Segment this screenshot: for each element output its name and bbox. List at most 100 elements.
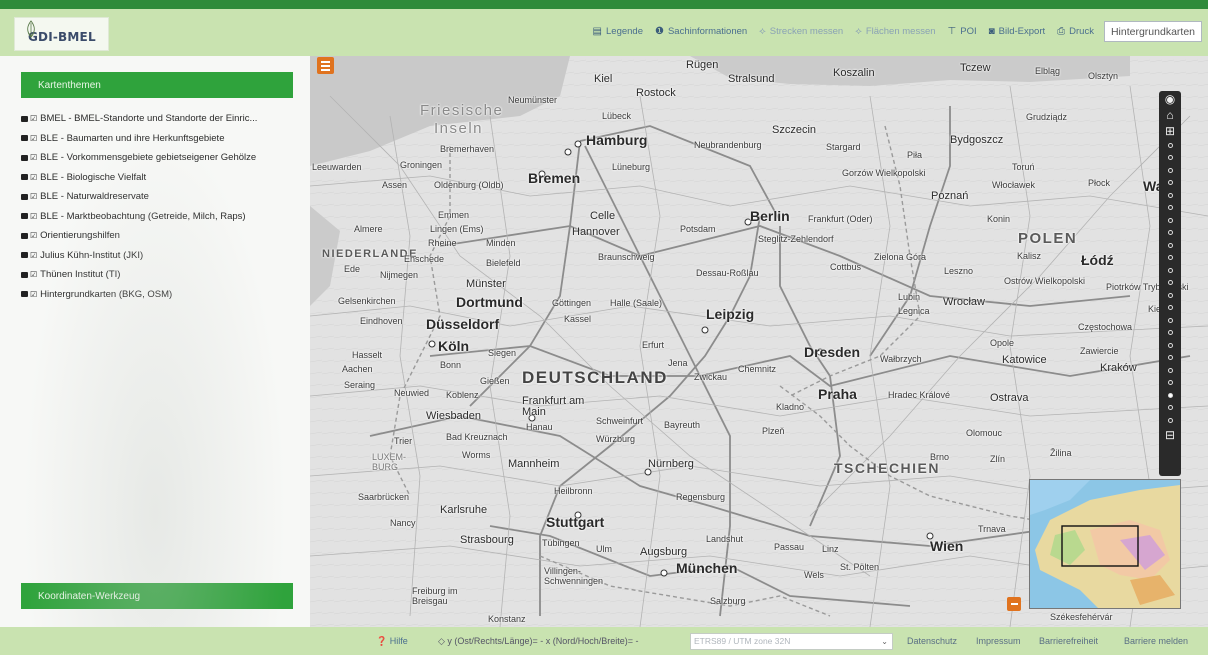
home-icon[interactable]: ⌂ bbox=[1166, 107, 1173, 123]
zoom-step[interactable] bbox=[1167, 364, 1173, 377]
info-icon: ❶ bbox=[654, 26, 664, 37]
theme-item[interactable]: ☑ Thünen Institut (TI) bbox=[21, 265, 301, 285]
poi-button[interactable]: ⊤ POI bbox=[948, 26, 977, 37]
map-label: Heilbronn bbox=[554, 486, 593, 496]
checkbox-icon[interactable]: ☑ bbox=[30, 231, 37, 240]
measure-area-button[interactable]: ⟡ Flächen messen bbox=[855, 26, 935, 37]
map-label: Saarbrücken bbox=[358, 492, 410, 502]
checkbox-icon[interactable]: ☑ bbox=[30, 153, 37, 162]
zoom-step[interactable] bbox=[1167, 339, 1173, 352]
theme-item[interactable]: ☑ Orientierungshilfen bbox=[21, 226, 301, 246]
zoom-step[interactable] bbox=[1167, 164, 1173, 177]
map-label: Olomouc bbox=[966, 428, 1003, 438]
zoom-step[interactable] bbox=[1167, 402, 1173, 415]
zoom-bar: ◉ ⌂ ⊞ ⊟ bbox=[1159, 91, 1181, 476]
map-label: Wrocław bbox=[943, 296, 985, 308]
theme-item[interactable]: ☑ Julius Kühn-Institut (JKI) bbox=[21, 246, 301, 266]
map-label: Dresden bbox=[804, 344, 861, 360]
info-button[interactable]: ❶ Sachinformationen bbox=[655, 26, 747, 37]
map-label: Opole bbox=[990, 338, 1015, 348]
crs-select[interactable]: ETRS89 / UTM zone 32N ⌄ bbox=[690, 633, 893, 650]
zoom-step[interactable] bbox=[1167, 177, 1173, 190]
checkbox-icon[interactable]: ☑ bbox=[30, 251, 37, 260]
overview-map[interactable] bbox=[1029, 479, 1181, 609]
measure-distance-button[interactable]: ⟡ Strecken messen bbox=[759, 26, 843, 37]
map-label: Potsdam bbox=[680, 224, 716, 234]
checkbox-icon[interactable]: ☑ bbox=[30, 134, 37, 143]
logo[interactable]: GDI-BMEL bbox=[14, 17, 109, 51]
map-label: Assen bbox=[382, 180, 408, 190]
zoom-step[interactable] bbox=[1167, 289, 1173, 302]
checkbox-icon[interactable]: ☑ bbox=[30, 173, 37, 182]
theme-item[interactable]: ☑ BLE - Vorkommensgebiete gebietseigener … bbox=[21, 148, 301, 168]
zoom-step[interactable] bbox=[1167, 152, 1173, 165]
left-panel: Kartenthemen ☑ BMEL - BMEL-Standorte und … bbox=[0, 56, 310, 627]
zoom-step[interactable] bbox=[1167, 227, 1173, 240]
folder-icon bbox=[21, 115, 28, 122]
map-label: Hasselt bbox=[352, 350, 383, 360]
zoom-step[interactable] bbox=[1167, 214, 1173, 227]
zoom-step[interactable] bbox=[1167, 327, 1173, 340]
hamburger-menu-icon[interactable] bbox=[317, 57, 334, 74]
zoom-in-icon[interactable]: ⊞ bbox=[1165, 123, 1175, 139]
zoom-step[interactable] bbox=[1167, 302, 1173, 315]
theme-label: Julius Kühn-Institut (JKI) bbox=[40, 249, 144, 261]
zoom-step[interactable] bbox=[1167, 414, 1173, 427]
map-label: Tübingen bbox=[542, 538, 580, 548]
checkbox-icon[interactable]: ☑ bbox=[30, 192, 37, 201]
help-link[interactable]: ❓ Hilfe bbox=[376, 636, 408, 647]
zoom-step[interactable] bbox=[1167, 189, 1173, 202]
zoom-step[interactable] bbox=[1167, 202, 1173, 215]
map-label: Toruń bbox=[1012, 162, 1035, 172]
coordinate-tool-header[interactable]: Koordinaten-Werkzeug bbox=[21, 583, 293, 609]
zoom-step-current[interactable] bbox=[1167, 389, 1173, 402]
globe-icon[interactable]: ◉ bbox=[1165, 91, 1175, 107]
zoom-step[interactable] bbox=[1167, 277, 1173, 290]
image-export-label: Bild-Export bbox=[998, 26, 1046, 37]
zoom-out-icon[interactable]: ⊟ bbox=[1165, 427, 1175, 443]
map-label: Inseln bbox=[434, 120, 484, 137]
map-label: Nijmegen bbox=[380, 270, 419, 280]
themes-panel-header[interactable]: Kartenthemen bbox=[21, 72, 293, 98]
map-label: Linz bbox=[822, 544, 839, 554]
map-label: Legnica bbox=[898, 306, 930, 316]
legend-button[interactable]: ▤ Legende bbox=[593, 26, 643, 37]
accessibility-link[interactable]: Barrierefreiheit bbox=[1039, 636, 1098, 646]
checkbox-icon[interactable]: ☑ bbox=[30, 114, 37, 123]
zoom-step[interactable] bbox=[1167, 139, 1173, 152]
theme-item[interactable]: ☑ BLE - Marktbeobachtung (Getreide, Milch… bbox=[21, 207, 301, 227]
checkbox-icon[interactable]: ☑ bbox=[30, 212, 37, 221]
map-label: Leeuwarden bbox=[312, 162, 362, 172]
map-label: Nürnberg bbox=[648, 458, 694, 470]
basemap-select[interactable]: Hintergrundkarten bbox=[1103, 21, 1202, 42]
checkbox-icon[interactable]: ☑ bbox=[30, 270, 37, 279]
theme-item[interactable]: ☑ BMEL - BMEL-Standorte und Standorte der… bbox=[21, 109, 301, 129]
map-label: Groningen bbox=[400, 160, 443, 170]
print-button[interactable]: ⎙ Druck bbox=[1057, 26, 1094, 37]
theme-item[interactable]: ☑ Hintergrundkarten (BKG, OSM) bbox=[21, 285, 301, 305]
map-label: Cottbus bbox=[830, 262, 862, 272]
zoom-step[interactable] bbox=[1167, 377, 1173, 390]
overview-toggle-icon[interactable] bbox=[1007, 597, 1021, 611]
theme-item[interactable]: ☑ BLE - Baumarten und ihre Herkunftsgebie… bbox=[21, 129, 301, 149]
map-label: Jena bbox=[668, 358, 688, 368]
map-label: Stralsund bbox=[728, 73, 775, 85]
image-export-button[interactable]: ◙ Bild-Export bbox=[989, 26, 1046, 37]
theme-item[interactable]: ☑ BLE - Naturwaldreservate bbox=[21, 187, 301, 207]
zoom-step[interactable] bbox=[1167, 352, 1173, 365]
theme-label: BLE - Vorkommensgebiete gebietseigener G… bbox=[40, 152, 257, 164]
zoom-step[interactable] bbox=[1167, 252, 1173, 265]
map-label: München bbox=[676, 560, 738, 576]
zoom-step[interactable] bbox=[1167, 239, 1173, 252]
checkbox-icon[interactable]: ☑ bbox=[30, 290, 37, 299]
map-label: Salzburg bbox=[710, 596, 746, 606]
map-label: Friesische bbox=[420, 102, 504, 119]
theme-item[interactable]: ☑ BLE - Biologische Vielfalt bbox=[21, 168, 301, 188]
poi-label: POI bbox=[960, 26, 977, 37]
report-barrier-link[interactable]: Barriere melden bbox=[1124, 636, 1188, 646]
imprint-link[interactable]: Impressum bbox=[976, 636, 1021, 646]
map-label: Worms bbox=[462, 450, 491, 460]
zoom-step[interactable] bbox=[1167, 314, 1173, 327]
privacy-link[interactable]: Datenschutz bbox=[907, 636, 957, 646]
zoom-step[interactable] bbox=[1167, 264, 1173, 277]
